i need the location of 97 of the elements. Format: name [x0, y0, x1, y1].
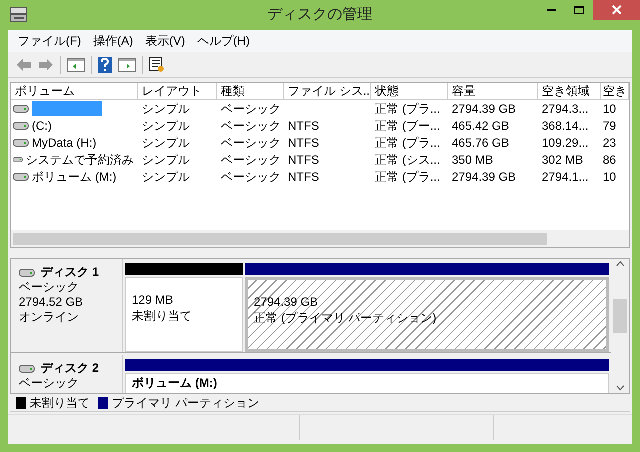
table-cell-text: NTFS [287, 134, 320, 152]
window-title: ディスクの管理 [266, 4, 374, 25]
drive-icon [13, 121, 29, 130]
table-cell-text: 465.42 GB [451, 118, 510, 134]
table-cell-text: 368.14... [541, 118, 590, 134]
column-header[interactable]: 空き領域 [538, 83, 601, 100]
table-cell-text: 2794.1... [541, 168, 590, 186]
disk-info-panel[interactable]: ディスク 1 ベーシック 2794.52 GB オンライン [11, 259, 123, 352]
partition-box[interactable]: 2794.39 GB 正常 (プライマリ パーティション) [245, 277, 609, 352]
table-cell-text: NTFS [287, 118, 320, 134]
disk-detail: 2794.52 GB [19, 295, 84, 310]
table-cell-text: 正常 (ブー... [374, 118, 442, 134]
table-cell-text: ベーシック [220, 118, 282, 134]
table-row[interactable]: (C:) シンプル ベーシック NTFS 正常 (ブー... 465.42 GB 368.14... 79 [11, 117, 629, 134]
partition-detail: 正常 (プライマリ パーティション) [254, 310, 437, 326]
menu-item[interactable]: 操作(A) [87, 32, 140, 50]
table-cell[interactable]: ボリューム (M:) [32, 168, 117, 186]
table-cell-text: 正常 (プラ... [374, 168, 442, 186]
table-cell-text: ベーシック [220, 100, 282, 118]
table-cell-text: 2794.39 GB [451, 100, 518, 118]
table-cell-text: NTFS [287, 168, 320, 186]
back-arrow-icon[interactable] [16, 58, 32, 72]
table-row[interactable]: システムで予約済み シンプル ベーシック NTFS 正常 (シス... 350 MB 302 MB 86 [11, 151, 629, 168]
legend-swatch [98, 396, 108, 408]
menu-item[interactable]: 表示(V) [139, 32, 192, 50]
close-button[interactable] [593, 0, 640, 20]
horizontal-scrollbar[interactable] [11, 230, 629, 247]
table-cell-text: 正常 (シス... [374, 152, 442, 168]
table-cell-text: 302 MB [541, 152, 584, 168]
column-header[interactable]: 空き [601, 83, 629, 100]
table-row[interactable]: ボリューム (M:) シンプル ベーシック NTFS 正常 (プラ... 2794.39 GB 2794.1... 10 [11, 168, 629, 185]
disk-management-icon [10, 7, 28, 23]
table-cell-text: 2794.39 GB [451, 168, 518, 186]
drive-icon [13, 104, 29, 113]
partition-title: ボリューム (M:) [132, 375, 218, 391]
column-header[interactable]: 状態 [371, 83, 448, 100]
disk-detail: ベーシック [19, 376, 80, 391]
table-cell-text: 23 [602, 134, 618, 152]
scroll-up-icon[interactable] [616, 261, 624, 267]
window-pane-icon[interactable] [118, 58, 136, 72]
partition-box[interactable]: ボリューム (M:) [125, 373, 609, 393]
legend-label: 未割り当て [30, 394, 90, 412]
partition-detail: 未割り当て [132, 308, 192, 324]
disk-name: ディスク 1 [41, 265, 100, 280]
drive-icon [13, 155, 23, 164]
table-cell-text: 正常 (プラ... [374, 134, 442, 152]
legend-swatch [16, 396, 26, 408]
close-icon [612, 5, 622, 15]
column-header[interactable]: 種類 [217, 83, 284, 100]
forward-arrow-icon[interactable] [38, 58, 54, 72]
disk-detail: ベーシック [19, 280, 80, 295]
drive-icon [13, 138, 29, 147]
table-cell-text: 正常 (プラ... [374, 100, 442, 118]
table-cell-text: 86 [602, 152, 618, 168]
column-header[interactable]: 容量 [448, 83, 538, 100]
table-cell-text: 10 [602, 100, 618, 118]
partition-detail: 129 MB [132, 292, 174, 308]
legend-label: プライマリ パーティション [112, 394, 260, 412]
table-cell-text: 79 [602, 118, 618, 134]
scroll-thumb[interactable] [613, 299, 627, 333]
table-cell-text: 10 [602, 168, 618, 186]
table-row[interactable]: MyData (H:) シンプル ベーシック NTFS 正常 (プラ... 465.76 GB 109.29... 23 [11, 134, 629, 151]
menu-item[interactable]: ファイル(F) [12, 32, 88, 50]
table-cell[interactable]: MyData (H:) [32, 134, 97, 152]
vertical-scrollbar[interactable] [611, 259, 629, 393]
table-cell-text: 465.76 GB [451, 134, 510, 152]
disk-name: ディスク 2 [41, 361, 100, 376]
column-header[interactable]: ボリューム [11, 83, 138, 100]
table-cell-text: シンプル [141, 152, 191, 168]
table-row[interactable]: シンプル ベーシック 正常 (プラ... 2794.39 GB 2794.3... 10 [11, 100, 629, 117]
menu-item[interactable]: ヘルプ(H) [191, 32, 256, 50]
properties-icon[interactable] [149, 56, 165, 72]
window-pane-icon[interactable] [67, 58, 85, 72]
table-cell-text: 2794.3... [541, 100, 590, 118]
table-cell-text: シンプル [141, 118, 191, 134]
partition-detail: 2794.39 GB [254, 294, 318, 310]
column-header[interactable]: ファイル シス... [284, 83, 371, 100]
table-cell-text: 109.29... [541, 134, 590, 152]
partition-box[interactable]: 129 MB 未割り当て [125, 277, 243, 352]
table-cell[interactable]: システムで予約済み [26, 150, 134, 168]
table-cell-text: 350 MB [451, 152, 494, 168]
disk-detail: オンライン [19, 310, 80, 325]
table-cell-text: ベーシック [220, 134, 282, 152]
help-icon[interactable] [98, 56, 112, 72]
drive-icon [19, 268, 35, 277]
table-cell-text: NTFS [287, 152, 320, 168]
drive-icon [19, 364, 35, 373]
scroll-down-icon[interactable] [616, 385, 624, 391]
table-cell[interactable]: (C:) [32, 116, 52, 134]
drive-icon [13, 172, 29, 181]
table-cell-text: シンプル [141, 100, 191, 118]
scroll-thumb[interactable] [13, 232, 547, 244]
table-cell-text: ベーシック [220, 152, 282, 168]
column-header[interactable]: レイアウト [138, 83, 217, 100]
table-cell-text: シンプル [141, 168, 191, 186]
table-cell-text: シンプル [141, 134, 191, 152]
table-cell-text: ベーシック [220, 168, 282, 186]
